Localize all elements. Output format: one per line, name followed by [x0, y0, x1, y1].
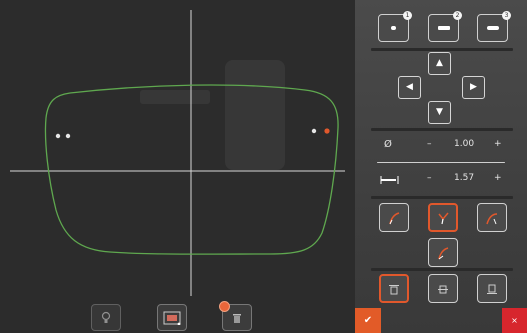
watermark-logo	[140, 60, 285, 170]
trash-icon	[233, 313, 241, 323]
slot-drill-button[interactable]: 2	[428, 11, 462, 42]
align-icon	[438, 285, 448, 293]
angle-right-button[interactable]	[477, 203, 507, 232]
length-decrease-button[interactable]: –	[427, 173, 432, 183]
close-button[interactable]: ×	[502, 308, 527, 333]
angle-bottom-button[interactable]	[428, 238, 458, 267]
diameter-icon: Ø	[384, 139, 392, 150]
lens-canvas[interactable]	[0, 0, 355, 333]
lens-drawing	[10, 10, 345, 296]
drill-point-left-2	[65, 133, 71, 139]
tool-badge-3: 3	[502, 11, 511, 20]
length-value[interactable]: 1.57	[454, 173, 474, 183]
length-increase-button[interactable]: +	[494, 173, 502, 183]
move-down-button[interactable]: ▼	[428, 101, 451, 124]
confirm-button[interactable]: ✔	[355, 308, 381, 333]
divider	[377, 162, 505, 163]
tool-badge-1: 1	[403, 11, 412, 20]
delete-badge	[219, 301, 230, 312]
tool-badge-2: 2	[453, 11, 462, 20]
check-icon: ✔	[363, 315, 373, 326]
drill-point-right-selected	[324, 128, 330, 134]
diameter-row: Ø – 1.00 +	[380, 137, 510, 155]
round-drill-button[interactable]: 1	[378, 11, 412, 42]
align-top-button[interactable]	[379, 274, 409, 303]
slot-drill-icon	[437, 26, 450, 30]
separator	[371, 196, 513, 199]
app-window: 1 2 3 ▲ ◀ ▶ ▼ Ø – 1.00 + – 1.57 + ✔ ×	[0, 0, 527, 333]
separator	[371, 48, 513, 51]
diameter-increase-button[interactable]: +	[494, 139, 502, 149]
move-left-button[interactable]: ◀	[398, 76, 421, 99]
lightbulb-icon	[101, 311, 111, 323]
drill-pattern-icon	[163, 311, 181, 325]
move-up-button[interactable]: ▲	[428, 52, 451, 75]
arrow-up-icon: ▲	[436, 58, 443, 68]
drill-point-right-1	[311, 128, 317, 134]
length-row: – 1.57 +	[380, 171, 510, 189]
arrow-down-icon: ▼	[436, 107, 443, 117]
diameter-decrease-button[interactable]: –	[427, 139, 432, 149]
align-icon	[487, 284, 497, 294]
notch-drill-icon	[486, 26, 499, 30]
length-icon	[380, 176, 399, 184]
arrow-right-icon: ▶	[470, 82, 477, 92]
move-right-button[interactable]: ▶	[462, 76, 485, 99]
angle-icon	[389, 211, 400, 224]
drill-pattern-button[interactable]	[157, 304, 187, 331]
close-icon: ×	[511, 316, 518, 325]
align-middle-button[interactable]	[428, 274, 458, 303]
arrow-left-icon: ◀	[406, 82, 413, 92]
light-button[interactable]	[91, 304, 121, 331]
align-icon	[389, 284, 399, 294]
lens-outline	[44, 84, 339, 255]
diameter-value[interactable]: 1.00	[454, 139, 474, 149]
separator	[371, 268, 513, 271]
drill-point-left-1	[55, 133, 61, 139]
angle-icon	[438, 246, 449, 259]
notch-drill-button[interactable]: 3	[477, 11, 511, 42]
align-bottom-button[interactable]	[477, 274, 507, 303]
angle-icon	[438, 212, 449, 224]
bottom-toolbar	[0, 296, 355, 333]
angle-icon	[486, 212, 498, 224]
angle-center-button[interactable]	[428, 203, 458, 232]
round-drill-icon	[390, 26, 396, 30]
angle-left-button[interactable]	[379, 203, 409, 232]
separator	[371, 128, 513, 131]
delete-button[interactable]	[219, 301, 252, 331]
